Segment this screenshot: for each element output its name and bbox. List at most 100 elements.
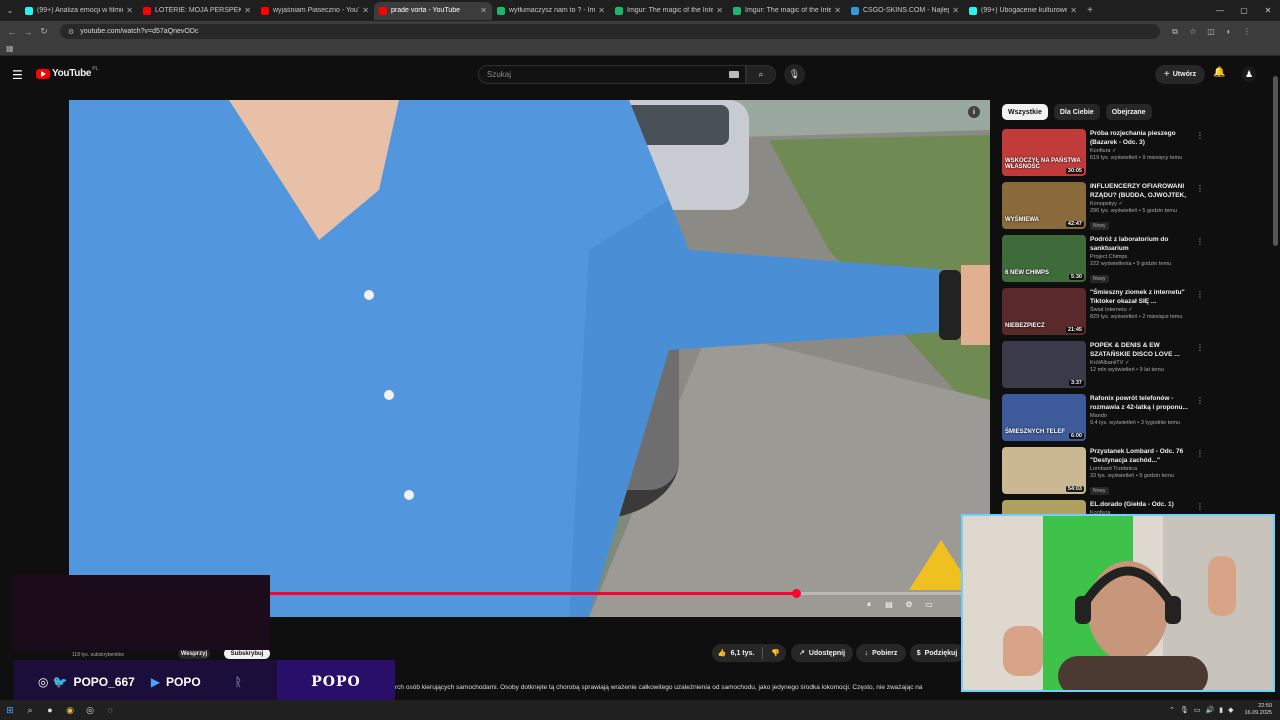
tab-close-icon[interactable]: ✕ <box>126 6 133 15</box>
recommendation-item[interactable]: WSKOCZYŁ NA PAŃSTWA WŁASNOŚĆ 30:05 Próba r… <box>1002 129 1272 182</box>
download-button[interactable]: ↓ Pobierz <box>856 644 906 662</box>
channel-name[interactable]: KrólAlbaniiTV ✓ <box>1090 360 1192 366</box>
video-title[interactable]: Przystanek Lombard - Odc. 76 "Destynacja… <box>1090 447 1192 465</box>
channel-name[interactable]: Konfiura ✓ <box>1090 148 1192 154</box>
tray-app-icon[interactable]: ◆ <box>1228 706 1233 714</box>
like-icon[interactable]: 👍 <box>718 649 727 657</box>
browser-tab[interactable]: wytłumaczysz nam to ? - Imgur✕ <box>492 2 610 20</box>
browser-tab[interactable]: wyjaśniam Piaseczno - YouTube✕ <box>256 2 374 20</box>
taskbar-app-1-icon[interactable]: ● <box>40 700 60 720</box>
profile-icon[interactable]: ◐ <box>1220 27 1238 37</box>
more-actions-icon[interactable]: ⋮ <box>1196 131 1204 140</box>
taskbar-chrome-icon[interactable]: ◉ <box>60 700 80 720</box>
video-title[interactable]: INFLUENCERZY OFIAROWANI RZĄDU? (BUDDA, O… <box>1090 182 1192 200</box>
video-title[interactable]: "Śmieszny ziomek z internetu" Tiktoker o… <box>1090 288 1192 306</box>
share-button[interactable]: ↗ Udostępnij <box>791 644 853 662</box>
browser-tab[interactable]: prade vorta - YouTube ✕ <box>374 1 492 20</box>
more-actions-icon[interactable]: ⋮ <box>1196 343 1204 352</box>
network-icon[interactable]: ▭ <box>1194 706 1201 714</box>
new-tab-button[interactable]: + <box>1082 5 1098 16</box>
notifications-bell-icon[interactable]: 🔔 <box>1213 67 1225 78</box>
browser-tab[interactable]: (99+) Ubogacenie kulturowe w ✕ <box>964 2 1082 20</box>
tab-close-icon[interactable]: ✕ <box>952 6 959 15</box>
video-thumbnail[interactable]: ŚMIESZNYCH TELEF 6:00 <box>1002 394 1086 441</box>
recommendation-item[interactable]: NIEBEZPIECZ 21:45 "Śmieszny ziomek z inter… <box>1002 288 1272 341</box>
forward-icon[interactable]: → <box>20 27 36 37</box>
taskbar-app-2-icon[interactable]: ◎ <box>80 700 100 720</box>
like-count[interactable]: 6,1 tys. <box>731 650 755 657</box>
recommendation-item[interactable]: 54:03 Przystanek Lombard - Odc. 76 "Desty… <box>1002 447 1272 500</box>
more-actions-icon[interactable]: ⋮ <box>1196 290 1204 299</box>
scrollbar-thumb[interactable] <box>1273 76 1278 246</box>
battery-icon[interactable]: ▮ <box>1219 706 1223 714</box>
video-title[interactable]: EL.dorado (Giełda - Odc. 1) <box>1090 500 1192 509</box>
video-thumbnail[interactable]: 6 NEW CHIMPS 5:30 <box>1002 235 1086 282</box>
theater-mode-icon[interactable]: ▭ <box>922 600 936 611</box>
tab-search-icon[interactable]: ⌄ <box>0 0 20 21</box>
keyboard-icon[interactable] <box>729 71 739 78</box>
video-description[interactable]: rch osób kierujących samochodami. Osoby … <box>395 684 961 696</box>
close-window-icon[interactable]: ✕ <box>1256 6 1280 15</box>
settings-gear-icon[interactable]: ⚙ <box>902 600 916 611</box>
tab-close-icon[interactable]: ✕ <box>362 6 369 15</box>
dislike-icon[interactable]: 👎 <box>771 649 780 657</box>
account-avatar[interactable]: ♟ <box>1242 66 1256 82</box>
more-actions-icon[interactable]: ⋮ <box>1196 502 1204 511</box>
filter-chip[interactable]: Obejrzane <box>1105 104 1152 120</box>
tray-mic-icon[interactable]: 🎙 <box>1180 706 1189 714</box>
url-field[interactable]: ⚙ youtube.com/watch?v=d57aQnevODc <box>60 24 1160 39</box>
channel-name[interactable]: Lombard Trzebnica <box>1090 466 1192 472</box>
taskbar-search-icon[interactable]: ⌕ <box>20 700 40 720</box>
info-icon[interactable]: i <box>968 106 980 118</box>
tab-close-icon[interactable]: ✕ <box>1070 6 1077 15</box>
filter-chip[interactable]: Dla Ciebie <box>1053 104 1100 120</box>
menu-icon[interactable]: ☰ <box>12 68 23 82</box>
bookmark-star-icon[interactable]: ☆ <box>1184 27 1202 37</box>
tray-chevron-icon[interactable]: ⌃ <box>1169 706 1175 714</box>
channel-name[interactable]: Konopskyy ✓ <box>1090 201 1192 207</box>
channel-name[interactable]: Mando <box>1090 413 1192 419</box>
recommendation-item[interactable]: 6 NEW CHIMPS 5:30 Podróż z laboratorium do… <box>1002 235 1272 288</box>
video-title[interactable]: POPEK & DENIS & EW SZATAŃSKIE DISCO LOVE… <box>1090 341 1192 359</box>
video-title[interactable]: Rafonix powrót telefonów - rozmawia z 42… <box>1090 394 1192 412</box>
volume-icon[interactable]: 🔊 <box>1206 706 1215 714</box>
video-thumbnail[interactable]: WYŚMIEWA 42:47 <box>1002 182 1086 229</box>
minimize-icon[interactable]: — <box>1208 6 1232 15</box>
browser-tab[interactable]: (99+) Analiza emocji w filmie - ✕ <box>20 2 138 20</box>
channel-name[interactable]: Świat Internetu ✓ <box>1090 307 1192 313</box>
video-player[interactable] <box>69 100 990 617</box>
video-thumbnail[interactable]: 3:37 <box>1002 341 1086 388</box>
tab-close-icon[interactable]: ✕ <box>716 6 723 15</box>
video-thumbnail[interactable]: WSKOCZYŁ NA PAŃSTWA WŁASNOŚĆ 30:05 <box>1002 129 1086 176</box>
progress-bar[interactable] <box>270 589 990 598</box>
channel-name[interactable]: Project Chimps <box>1090 254 1192 260</box>
more-actions-icon[interactable]: ⋮ <box>1196 396 1204 405</box>
tab-close-icon[interactable]: ✕ <box>598 6 605 15</box>
recommendation-item[interactable]: ŚMIESZNYCH TELEF 6:00 Rafonix powrót telef… <box>1002 394 1272 447</box>
tab-close-icon[interactable]: ✕ <box>480 6 487 15</box>
recommendation-item[interactable]: WYŚMIEWA 42:47 INFLUENCERZY OFIAROWANI RZĄ… <box>1002 182 1272 235</box>
filter-chip[interactable]: Wszystkie <box>1002 104 1048 120</box>
video-title[interactable]: Podróż z laboratorium do sanktuarium <box>1090 235 1192 253</box>
browser-tab[interactable]: LOTERIE: MOJA PERSPEKTYWA✕ <box>138 2 256 20</box>
more-actions-icon[interactable]: ⋮ <box>1196 449 1204 458</box>
video-thumbnail[interactable]: 54:03 <box>1002 447 1086 494</box>
video-thumbnail[interactable]: NIEBEZPIECZ 21:45 <box>1002 288 1086 335</box>
more-actions-icon[interactable]: ⋮ <box>1196 237 1204 246</box>
search-input[interactable]: Szukaj <box>478 65 746 84</box>
taskbar-app-3-icon[interactable]: ◌ <box>100 700 120 720</box>
start-icon[interactable]: ⊞ <box>0 700 20 720</box>
search-button[interactable]: ⌕ <box>746 65 776 84</box>
apps-grid-icon[interactable]: ▦ <box>6 44 14 53</box>
create-button[interactable]: + Utwórz <box>1155 65 1205 84</box>
thanks-button[interactable]: $ Podziękuj <box>910 644 964 662</box>
maximize-icon[interactable]: ▢ <box>1232 6 1256 15</box>
recommendation-item[interactable]: 3:37 POPEK & DENIS & EW SZATAŃSKIE DISCO … <box>1002 341 1272 394</box>
browser-menu-icon[interactable]: ⋮ <box>1238 27 1256 37</box>
browser-tab[interactable]: Imgur: The magic of the Intern ✕ <box>728 2 846 20</box>
back-icon[interactable]: ← <box>4 27 20 37</box>
browser-tab[interactable]: Imgur: The magic of the Intern ✕ <box>610 2 728 20</box>
scrubber-handle[interactable] <box>791 589 801 598</box>
video-title[interactable]: Próba rozjechania pieszego (Bazarek - Od… <box>1090 129 1192 147</box>
youtube-logo[interactable]: YouTube PL <box>36 66 98 79</box>
